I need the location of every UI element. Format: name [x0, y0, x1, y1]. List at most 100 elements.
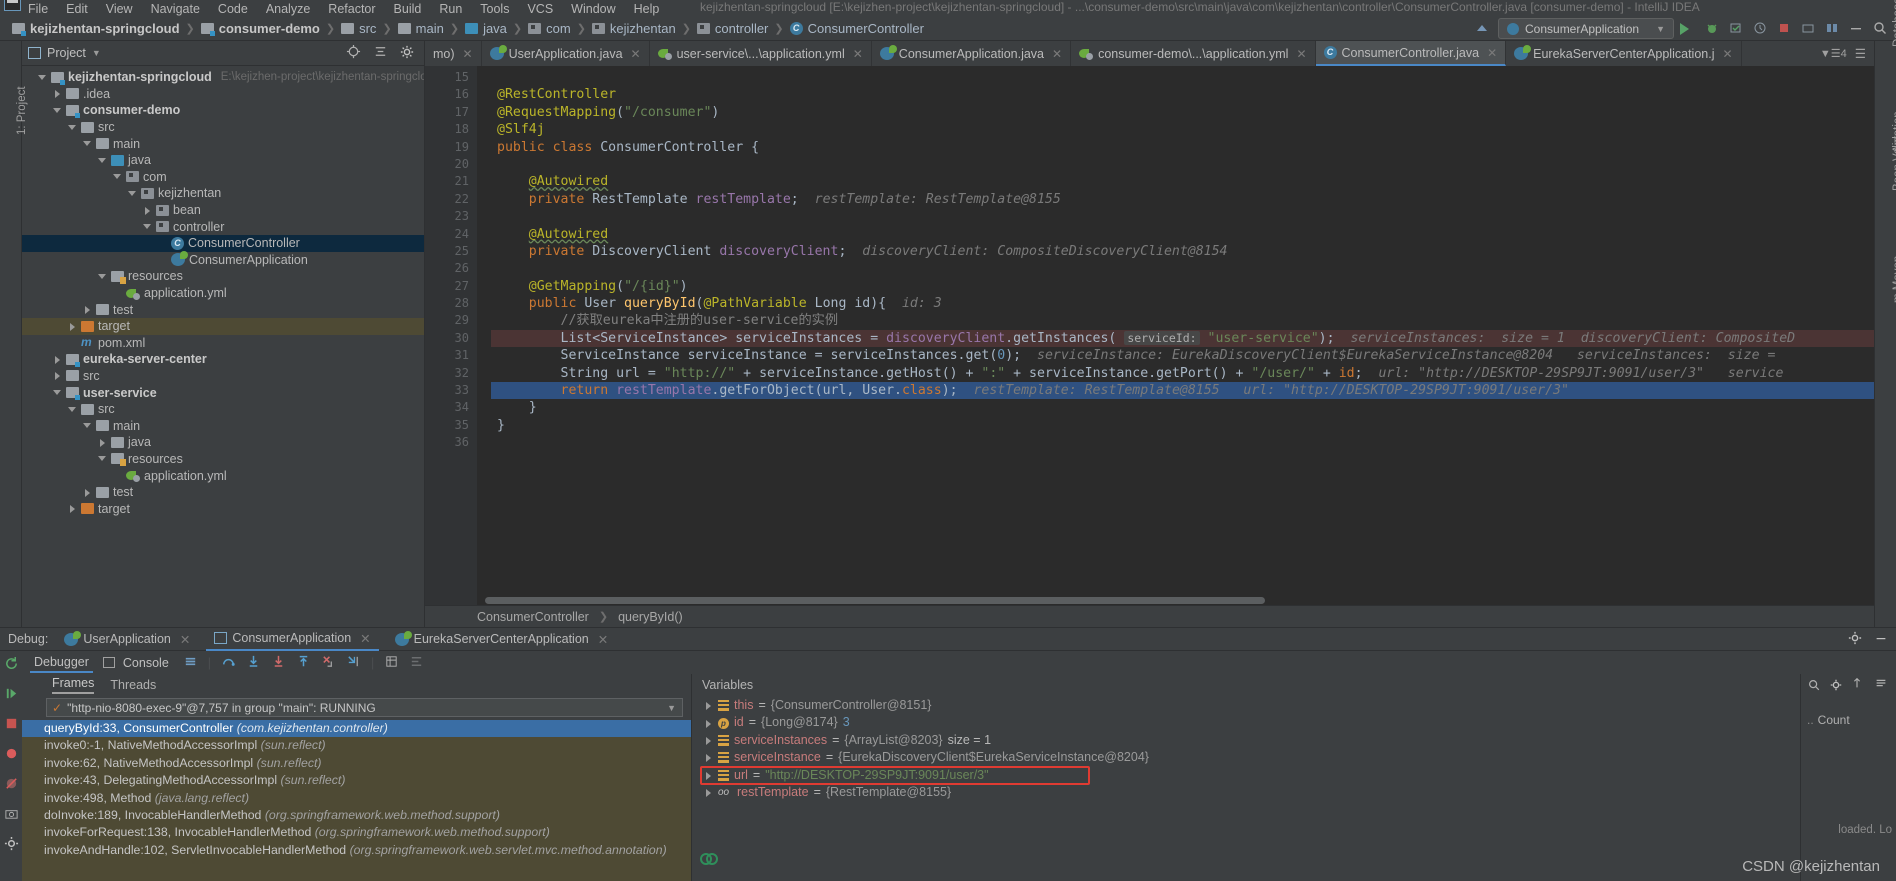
run-button[interactable] [1680, 20, 1698, 38]
tree-node-main[interactable]: main [22, 417, 424, 434]
settings-gear-icon[interactable] [400, 45, 414, 62]
close-icon[interactable]: ✕ [631, 47, 641, 61]
tree-node-src[interactable]: src [22, 119, 424, 136]
tree-node-user-service[interactable]: user-service [22, 384, 424, 401]
resume-program-icon[interactable] [4, 686, 19, 704]
chevron-right-icon[interactable] [68, 504, 77, 514]
tree-node-test[interactable]: test [22, 301, 424, 318]
menu-item-help[interactable]: Help [634, 3, 660, 16]
editor-tab-consumer-demo-application-yml[interactable]: consumer-demo\...\application.yml ✕ [1071, 41, 1316, 66]
chevron-down-icon[interactable] [143, 222, 152, 231]
close-icon[interactable]: ✕ [1722, 47, 1732, 61]
profile-button[interactable] [1752, 20, 1770, 38]
menu-item-view[interactable]: View [106, 3, 133, 16]
tree-node-src[interactable]: src [22, 368, 424, 385]
code-line-19[interactable]: public class ConsumerController { [491, 139, 1874, 156]
tree-node-target[interactable]: target [22, 317, 424, 335]
chevron-right-icon[interactable] [704, 701, 713, 711]
code-line-32[interactable]: String url = "http://" + serviceInstance… [491, 365, 1874, 382]
tab-frames[interactable]: Frames [52, 676, 95, 694]
code-line-33[interactable]: return restTemplate.getForObject(url, Us… [491, 382, 1874, 400]
gutter-line-36[interactable]: 36 [425, 434, 477, 451]
force-step-into-icon[interactable] [271, 654, 286, 672]
code-line-28[interactable]: public User queryById(@PathVariable Long… [491, 295, 1874, 312]
chevron-down-icon[interactable] [128, 189, 137, 198]
editor-breadcrumb-class[interactable]: ConsumerController [477, 610, 589, 624]
gutter-line-35[interactable]: 35 [425, 417, 477, 434]
frame-row[interactable]: doInvoke:189, InvocableHandlerMethod (or… [22, 807, 691, 824]
editor-tab-eurekaservercenterapplication-j[interactable]: EurekaServerCenterApplication.j ✕ [1506, 41, 1742, 66]
editor-tab-consumercontroller-java[interactable]: C ConsumerController.java ✕ [1315, 41, 1507, 66]
gutter-line-22[interactable]: 22 [425, 191, 490, 208]
drop-frame-icon[interactable] [321, 654, 336, 672]
variable-row-id[interactable]: p id = {Long@8174} 3 [692, 714, 1896, 731]
editor-tab-bar[interactable]: mo) ✕ UserApplication.java ✕ user-service\..… [425, 41, 1874, 66]
run-configuration-selector[interactable]: ConsumerApplication ▼ [1498, 18, 1674, 39]
gutter-line-20[interactable]: 20 [425, 156, 477, 173]
variables-list[interactable]: this = {ConsumerController@8151} p id = {Long@… [692, 695, 1896, 881]
hide-panel-icon[interactable] [1874, 631, 1888, 648]
editor-tab-user-service-application-yml[interactable]: user-service\...\application.yml ✕ [650, 41, 872, 66]
evaluate-expression-icon[interactable] [384, 654, 399, 672]
minimize-icon[interactable] [1848, 20, 1866, 38]
rail-item-project[interactable]: 1: Project [16, 86, 28, 135]
tree-node-pom-xml[interactable]: m pom.xml [22, 335, 424, 352]
editor-tab-mo-[interactable]: mo) ✕ [425, 41, 482, 66]
menu-item-vcs[interactable]: VCS [527, 3, 553, 16]
frame-row[interactable]: invoke:498, Method (java.lang.reflect) [22, 790, 691, 807]
tree-node-resources[interactable]: resources [22, 268, 424, 285]
code-line-20[interactable] [491, 156, 1874, 173]
gutter-line-29[interactable]: 29 [425, 312, 477, 329]
breadcrumb-module-consumer-demo[interactable]: consumer-demo [199, 21, 322, 36]
tree-node-consumerapplication[interactable]: ConsumerApplication [22, 251, 424, 269]
editor-tabs-overflow[interactable]: ▼☰4 ☰ [1812, 41, 1874, 66]
locate-icon[interactable] [346, 44, 361, 62]
gutter-line-25[interactable]: 25 [425, 243, 490, 260]
debug-session-tab-consumerapplication[interactable]: ConsumerApplication ✕ [206, 627, 379, 651]
tree-node-kejizhentan[interactable]: kejizhentan [22, 185, 424, 202]
code-line-24[interactable]: @Autowired [491, 226, 1874, 243]
chevron-right-icon[interactable] [83, 305, 92, 315]
thread-selector[interactable]: ✓ "http-nio-8080-exec-9"@7,757 in group … [46, 698, 683, 717]
settings-gear-icon[interactable] [1829, 678, 1843, 695]
chevron-right-icon[interactable] [704, 753, 713, 763]
close-icon[interactable]: ✕ [1052, 47, 1062, 61]
collapse-all-icon[interactable] [373, 44, 388, 62]
horizontal-scrollbar[interactable] [485, 597, 1864, 605]
tree-node-src[interactable]: src [22, 401, 424, 418]
gutter-line-33[interactable]: 33 [425, 382, 477, 399]
variable-row-url[interactable]: url = "http://DESKTOP-29SP9JT:9091/user/3" [692, 765, 1896, 785]
tree-node-java[interactable]: java [22, 152, 424, 169]
breadcrumb-java[interactable]: java [463, 21, 509, 36]
breadcrumb-controller[interactable]: controller [695, 21, 770, 36]
code-content[interactable]: @RestController @RequestMapping("/consume… [491, 66, 1874, 605]
mute-breakpoints-icon[interactable] [4, 776, 19, 794]
variable-row-serviceinstance[interactable]: serviceInstance = {EurekaDiscoveryClient$E… [692, 749, 1896, 766]
debug-session-tab-eurekaservercenterapplication[interactable]: EurekaServerCenterApplication ✕ [387, 627, 617, 651]
gutter-line-26[interactable]: 26 [425, 260, 477, 277]
frame-row[interactable]: queryById:33, ConsumerController (com.ke… [22, 720, 691, 738]
tree-node-resources[interactable]: resources [22, 451, 424, 468]
menu-item-code[interactable]: Code [218, 3, 248, 16]
close-icon[interactable]: ✕ [1487, 46, 1497, 60]
rail-item-maven[interactable]: m Maven [1892, 256, 1896, 303]
chevron-down-icon[interactable] [98, 454, 107, 463]
code-line-35[interactable]: } [491, 417, 1874, 434]
code-line-23[interactable] [491, 208, 1874, 225]
tree-node-test[interactable]: test [22, 484, 424, 501]
frame-row[interactable]: invoke0:-1, NativeMethodAccessorImpl (su… [22, 737, 691, 754]
chevron-down-icon[interactable] [53, 388, 62, 397]
editor-gutter[interactable]: 15 16 17 18 19 20 21 22 23 24 25 26 27 28 29 30 31 32 33 34… [425, 66, 490, 605]
chevron-down-icon[interactable]: ▼ [667, 703, 676, 713]
code-line-30[interactable]: List<ServiceInstance> serviceInstances =… [491, 329, 1874, 348]
attach-debugger-icon[interactable] [1800, 20, 1818, 38]
gutter-line-18[interactable]: 18 [425, 121, 477, 138]
code-line-21[interactable]: @Autowired [491, 173, 1874, 190]
code-viewport[interactable]: 15 16 17 18 19 20 21 22 23 24 25 26 27 28 29 30 31 32 33 34… [425, 66, 1874, 605]
chevron-right-icon[interactable] [53, 355, 62, 364]
split-icon[interactable]: ☰ [1855, 46, 1866, 61]
tree-node-target[interactable]: target [22, 500, 424, 517]
chevron-down-icon[interactable] [83, 139, 92, 148]
chevron-down-icon[interactable] [68, 123, 77, 132]
tree-node-consumercontroller[interactable]: C ConsumerController [22, 234, 424, 252]
